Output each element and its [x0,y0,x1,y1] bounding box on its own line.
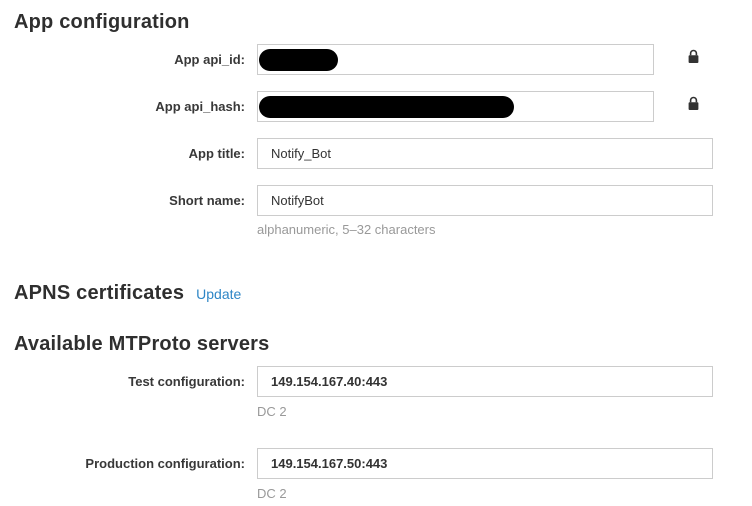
form-row-api-id: App api_id: [0,44,752,75]
short-name-input[interactable] [257,185,713,216]
section-heading-mtproto: Available MTProto servers [14,333,752,356]
redaction-overlay [259,49,338,71]
apns-section-header: APNS certificates Update [14,282,752,305]
redaction-overlay [259,96,514,118]
form-row-short-name: Short name: alphanumeric, 5–32 character… [0,185,752,237]
api-id-label: App api_id: [0,44,245,75]
section-heading-apns: APNS certificates [14,282,184,305]
app-configuration-page: App configuration App api_id: App api_ha… [0,0,752,501]
short-name-label: Short name: [0,185,245,216]
api-hash-label: App api_hash: [0,91,245,122]
test-configuration-input[interactable] [257,366,713,397]
production-configuration-label: Production configuration: [0,448,245,479]
production-configuration-input[interactable] [257,448,713,479]
lock-icon [687,96,700,111]
app-title-label: App title: [0,138,245,169]
test-dc-helper-text: DC 2 [257,404,713,419]
lock-icon [687,49,700,64]
form-row-app-title: App title: [0,138,752,169]
form-row-api-hash: App api_hash: [0,91,752,122]
form-row-test-configuration: Test configuration: DC 2 [0,366,752,419]
apns-update-link[interactable]: Update [196,286,241,302]
section-heading-app-configuration: App configuration [14,10,752,34]
test-configuration-label: Test configuration: [0,366,245,397]
production-dc-helper-text: DC 2 [257,486,713,501]
form-row-production-configuration: Production configuration: DC 2 [0,448,752,501]
app-title-input[interactable] [257,138,713,169]
short-name-helper-text: alphanumeric, 5–32 characters [257,222,713,237]
